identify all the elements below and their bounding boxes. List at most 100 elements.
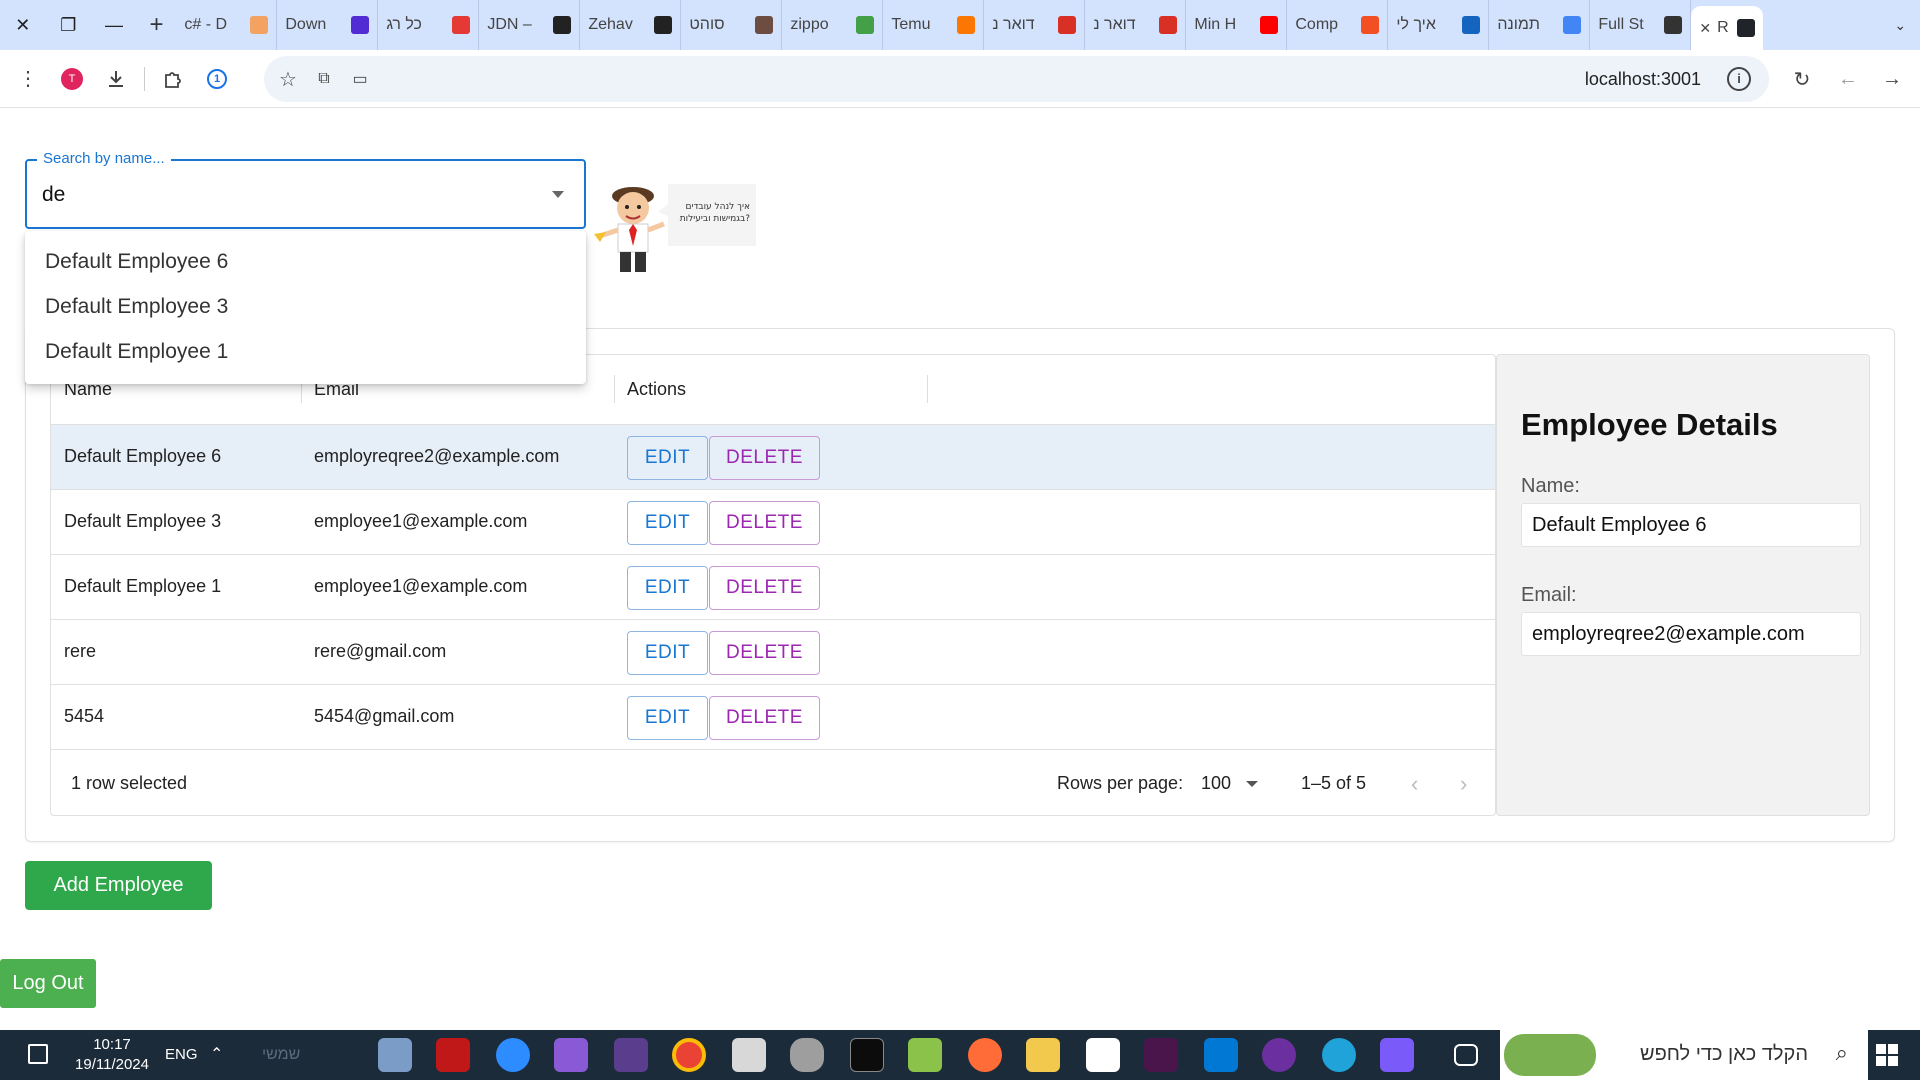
table-row[interactable]: Default Employee 6 employreqree2@example… <box>51 425 1495 490</box>
edit-button[interactable]: EDIT <box>627 631 708 675</box>
details-title: Employee Details <box>1521 407 1778 442</box>
input-language[interactable]: ENG <box>165 1046 198 1063</box>
delete-button[interactable]: DELETE <box>709 566 820 610</box>
address-bar[interactable]: ☆ ⧉ ▭ localhost:3001 i <box>264 56 1769 102</box>
slack-app-icon[interactable] <box>1144 1038 1178 1072</box>
browser-tab[interactable]: ✕ Re <box>1691 6 1764 50</box>
rows-per-page-value: 100 <box>1201 773 1232 793</box>
extensions-puzzle-icon[interactable] <box>151 57 195 101</box>
weather-text[interactable]: שמשי <box>262 1046 300 1064</box>
autocomplete-option[interactable]: Default Employee 3 <box>25 284 586 329</box>
table-row[interactable]: Default Employee 1 employee1@example.com… <box>51 555 1495 620</box>
table-row[interactable]: Default Employee 3 employee1@example.com… <box>51 490 1495 555</box>
minimize-window-icon[interactable]: — <box>91 0 137 50</box>
close-tab-icon[interactable]: ✕ <box>1699 20 1711 37</box>
browser-tab[interactable]: zippo <box>782 0 884 50</box>
github-desktop-app-icon[interactable] <box>1262 1038 1296 1072</box>
details-name-field[interactable]: Default Employee 6 <box>1521 503 1861 547</box>
browser-tab[interactable]: Temu <box>883 0 985 50</box>
task-view-icon[interactable] <box>1454 1044 1478 1066</box>
details-email-field[interactable]: employreqree2@example.com <box>1521 612 1861 656</box>
next-page-icon[interactable]: › <box>1460 771 1467 797</box>
browser-tab[interactable]: Min H <box>1186 0 1288 50</box>
browser-tab[interactable]: JDN – <box>479 0 581 50</box>
tab-search-chevron-icon[interactable]: ⌄ <box>1880 0 1920 50</box>
browser-tab[interactable]: דואר נ <box>984 0 1086 50</box>
browser-tab[interactable]: Down <box>277 0 379 50</box>
zoom-app-icon[interactable] <box>496 1038 530 1072</box>
cell-name: 5454 <box>64 706 105 726</box>
new-tab-plus-icon[interactable]: + <box>137 0 177 50</box>
download-icon[interactable] <box>94 57 138 101</box>
autocomplete-option[interactable]: Default Employee 1 <box>25 329 586 374</box>
tab-favicon-icon <box>1260 16 1279 34</box>
browser-tab[interactable]: איך לי <box>1388 0 1490 50</box>
edit-button[interactable]: EDIT <box>627 566 708 610</box>
site-info-icon[interactable]: i <box>1727 67 1751 91</box>
notifications-icon[interactable] <box>28 1044 48 1064</box>
browser-tab[interactable]: Zehav <box>580 0 682 50</box>
table-row[interactable]: rere rere@gmail.com EDIT DELETE <box>51 620 1495 685</box>
taskbar-search-box[interactable]: הקלד כאן כדי לחפש ⌕ <box>1500 1030 1868 1080</box>
menu-kebab-icon[interactable]: ⋮ <box>6 57 50 101</box>
delete-button[interactable]: DELETE <box>709 631 820 675</box>
edit-button[interactable]: EDIT <box>627 501 708 545</box>
windows-start-icon[interactable] <box>1876 1044 1898 1066</box>
chrome-app-icon[interactable] <box>672 1038 706 1072</box>
previous-page-icon[interactable]: ‹ <box>1411 771 1418 797</box>
rows-per-page-select[interactable]: 100 <box>1201 773 1261 794</box>
browser-tab[interactable]: תמונה <box>1489 0 1591 50</box>
edit-button[interactable]: EDIT <box>627 436 708 480</box>
table-row[interactable]: 5454 5454@gmail.com EDIT DELETE <box>51 685 1495 750</box>
mcafee-app-icon[interactable] <box>436 1038 470 1072</box>
visual-studio-app-icon[interactable] <box>554 1038 588 1072</box>
command-prompt-app-icon[interactable] <box>850 1038 884 1072</box>
clickup-app-icon[interactable] <box>1086 1038 1120 1072</box>
browser-tab[interactable]: סוהט <box>681 0 783 50</box>
notepad-app-icon[interactable] <box>908 1038 942 1072</box>
close-window-icon[interactable]: ✕ <box>0 0 46 50</box>
browser-tab[interactable]: כל רג <box>378 0 480 50</box>
browser-tab[interactable]: דואר נ <box>1085 0 1187 50</box>
forward-arrow-icon[interactable]: → <box>1870 57 1914 101</box>
browser-toolbar: ⋮ T 1 ☆ ⧉ ▭ localhost:3001 i ↻ ← → <box>0 50 1920 108</box>
taskbar-search-placeholder: הקלד כאן כדי לחפש <box>1639 1043 1808 1065</box>
terminal-app-icon[interactable] <box>614 1038 648 1072</box>
reload-icon[interactable]: ↻ <box>1780 57 1824 101</box>
log-out-button[interactable]: Log Out <box>0 959 96 1008</box>
browser-tab[interactable]: Full St <box>1590 0 1692 50</box>
add-employee-button[interactable]: Add Employee <box>25 861 212 910</box>
column-header-actions: Actions <box>627 379 687 399</box>
tab-favicon-icon <box>1664 16 1683 34</box>
database-app-icon[interactable] <box>790 1038 824 1072</box>
chevron-up-icon[interactable]: ⌃ <box>210 1044 223 1064</box>
delete-button[interactable]: DELETE <box>709 501 820 545</box>
copilot-app-icon[interactable] <box>1380 1038 1414 1072</box>
search-input[interactable]: Search by name... de <box>25 150 586 229</box>
back-arrow-icon[interactable]: ← <box>1826 57 1870 101</box>
grid-footer: 1 row selected Rows per page: 100 1–5 of… <box>51 752 1495 816</box>
tab-title: כל רג <box>386 16 422 33</box>
vscode-app-icon[interactable] <box>1204 1038 1238 1072</box>
file-explorer-app-icon[interactable] <box>1026 1038 1060 1072</box>
column-separator[interactable] <box>927 375 928 403</box>
browser-tab[interactable]: Comp <box>1287 0 1389 50</box>
paint-app-icon[interactable] <box>378 1038 412 1072</box>
postman-app-icon[interactable] <box>968 1038 1002 1072</box>
install-app-icon[interactable]: ▭ <box>338 57 382 101</box>
profile-avatar[interactable]: T <box>50 57 94 101</box>
dropdown-arrow-icon[interactable] <box>552 191 564 198</box>
edge-app-icon[interactable] <box>1322 1038 1356 1072</box>
restore-window-icon[interactable]: ❐ <box>46 0 92 50</box>
column-separator[interactable] <box>614 375 615 403</box>
browser-tab-strip: ✕ ❐ — + c# - D Down כל רג JDN – Zehav סוהט zip… <box>0 0 1920 50</box>
cell-email: employreqree2@example.com <box>314 446 560 466</box>
delete-button[interactable]: DELETE <box>709 696 820 740</box>
autocomplete-option[interactable]: Default Employee 6 <box>25 239 586 284</box>
file-app-icon[interactable] <box>732 1038 766 1072</box>
taskbar-clock[interactable]: 10:17 19/11/2024 <box>72 1035 152 1075</box>
edit-button[interactable]: EDIT <box>627 696 708 740</box>
browser-tab[interactable]: c# - D <box>176 0 278 50</box>
delete-button[interactable]: DELETE <box>709 436 820 480</box>
password-manager-icon[interactable]: 1 <box>195 57 239 101</box>
